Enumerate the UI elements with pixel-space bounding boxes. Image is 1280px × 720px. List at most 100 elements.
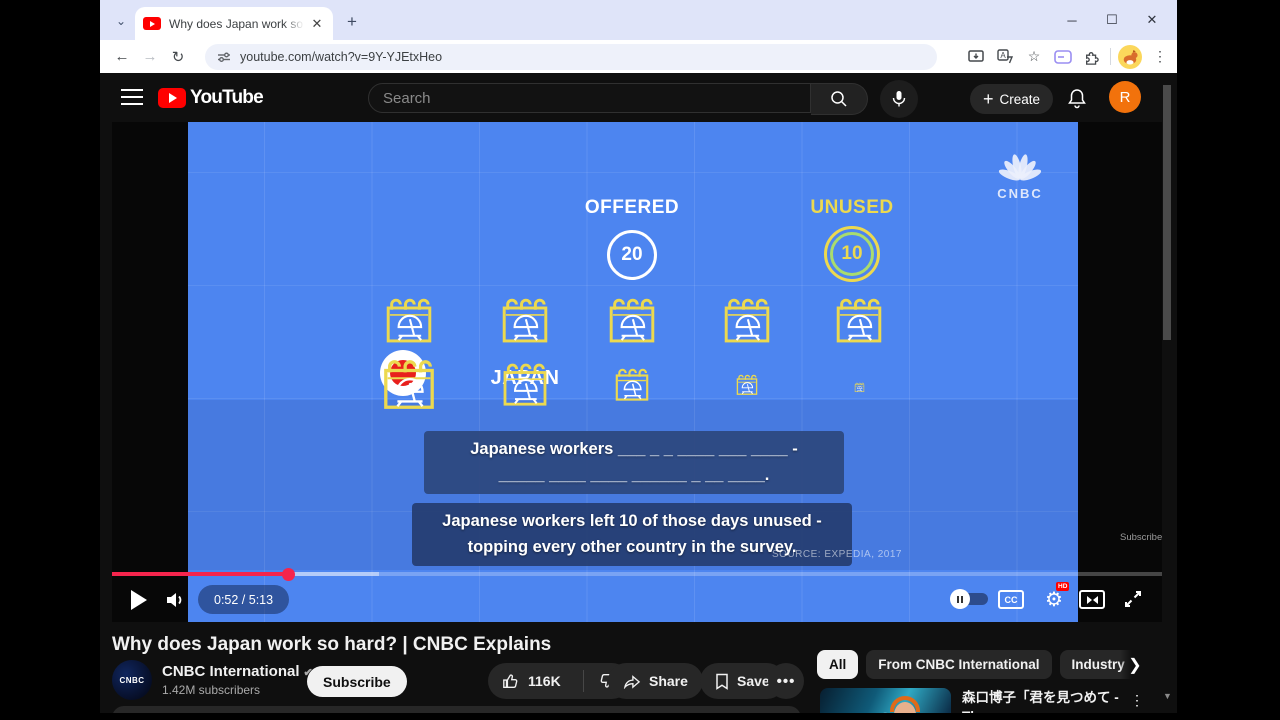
vacation-calendar-icon [854, 380, 865, 398]
close-button[interactable]: ✕ [1145, 12, 1159, 28]
vacation-calendar-icon [383, 295, 435, 352]
channel-name[interactable]: CNBC International✔ [162, 663, 313, 680]
chip-from-channel[interactable]: From CNBC International [866, 650, 1051, 679]
arrow-left-icon [1093, 596, 1098, 604]
url-text: youtube.com/watch?v=9Y-YJEtxHeo [240, 50, 442, 64]
share-button[interactable]: Share [608, 663, 703, 699]
forward-button[interactable]: → [136, 48, 164, 65]
reload-button[interactable]: ↻ [164, 48, 192, 66]
vacation-calendar-icon [735, 373, 759, 402]
create-label: Create [1000, 92, 1041, 107]
pill-divider [583, 670, 584, 692]
minimize-button[interactable]: ─ [1065, 13, 1079, 28]
video-frame[interactable]: JAPAN OFFERED 20 UNUSED 10 [188, 122, 1078, 622]
site-settings-icon[interactable] [217, 51, 231, 63]
window-controls: ─ ☐ ✕ [1065, 0, 1169, 40]
chrome-menu-icon[interactable]: ⋮ [1149, 46, 1171, 68]
related-video-menu-icon[interactable]: ⋮ [1130, 692, 1144, 709]
vacation-calendar-icon [833, 295, 885, 352]
search-input[interactable]: Search [368, 83, 811, 113]
source-attribution: SOURCE: EXPEDIA, 2017 [702, 549, 902, 560]
toolbar-divider [1110, 48, 1111, 65]
youtube-favicon [143, 17, 161, 30]
vacation-calendar-icon [500, 360, 550, 415]
browser-tab[interactable]: Why does Japan work so hard ✕ [135, 7, 333, 40]
autoplay-toggle[interactable] [950, 588, 992, 610]
maximize-button[interactable]: ☐ [1105, 12, 1119, 28]
thumbnail-light-beam [830, 712, 890, 713]
caption-ghost-line1: Japanese workers ___ _ _ ____ ___ ____ - [438, 437, 830, 463]
chip-all[interactable]: All [817, 650, 858, 679]
related-video-title[interactable]: 森口博子「君を見つめて -The time I'm seeing you- / … [962, 688, 1127, 713]
address-bar[interactable]: youtube.com/watch?v=9Y-YJEtxHeo [205, 44, 937, 70]
vacation-calendar-icon [380, 356, 438, 419]
like-button[interactable]: 116K [488, 663, 575, 699]
browser-window: ⌄ Why does Japan work so hard ✕ + ─ ☐ ✕ … [100, 0, 1177, 713]
create-button[interactable]: + Create [970, 84, 1053, 114]
bookmark-icon [715, 673, 729, 690]
fullscreen-icon [1119, 585, 1147, 613]
speaker-icon [165, 591, 185, 609]
filter-chips: All From CNBC International Industry Pre [817, 650, 1147, 679]
vacation-calendar-icon [721, 295, 773, 352]
youtube-wordmark: YouTube [190, 87, 263, 109]
browser-toolbar: ← → ↻ youtube.com/watch?v=9Y-YJEtxHeo A [100, 40, 1177, 73]
fullscreen-button[interactable] [1119, 585, 1147, 613]
hd-badge: HD [1056, 582, 1069, 591]
settings-button[interactable]: ⚙HD [1040, 585, 1068, 613]
thumbs-up-icon [502, 672, 520, 690]
time-display: 0:52 / 5:13 [198, 585, 289, 614]
page-scrollbar[interactable] [1162, 73, 1172, 713]
notifications-button[interactable] [1065, 87, 1089, 111]
related-video-thumbnail[interactable] [820, 688, 951, 713]
youtube-header: YouTube Search + Create R [100, 73, 1177, 122]
scrollbar-thumb[interactable] [1163, 85, 1171, 340]
channel-watermark-subscribe[interactable]: Subscribe [1120, 532, 1162, 543]
screen: ⌄ Why does Japan work so hard ✕ + ─ ☐ ✕ … [0, 0, 1280, 720]
save-label: Save [737, 673, 770, 689]
vacation-calendar-icon [613, 366, 651, 409]
subscribe-button[interactable]: Subscribe [307, 666, 407, 697]
profile-avatar[interactable] [1118, 45, 1142, 69]
plus-icon: + [983, 89, 994, 110]
extensions-puzzle-icon[interactable] [1081, 46, 1103, 68]
account-avatar[interactable]: R [1109, 81, 1141, 113]
youtube-play-icon [158, 88, 186, 108]
video-player[interactable]: JAPAN OFFERED 20 UNUSED 10 [112, 122, 1162, 622]
menu-icon[interactable] [121, 89, 143, 105]
player-controls: 0:52 / 5:13 CC ⚙HD [112, 578, 1162, 622]
scrollbar-down-arrow[interactable]: ▼ [1163, 691, 1172, 701]
new-tab-button[interactable]: + [340, 10, 364, 34]
back-button[interactable]: ← [108, 48, 136, 65]
channel-avatar[interactable]: CNBC [112, 660, 152, 700]
more-actions-button[interactable]: ••• [768, 663, 804, 699]
play-button[interactable] [124, 586, 154, 614]
youtube-logo[interactable]: YouTube [158, 87, 263, 109]
share-label: Share [649, 673, 688, 689]
description-box[interactable] [112, 706, 801, 713]
progress-played [112, 572, 288, 576]
video-title: Why does Japan work so hard? | CNBC Expl… [112, 634, 812, 656]
subtitles-button[interactable]: CC [998, 590, 1024, 609]
miniplayer-button[interactable] [1079, 590, 1105, 609]
progress-bar[interactable] [112, 572, 1162, 576]
translate-icon[interactable]: A [994, 46, 1016, 68]
wallet-icon[interactable] [1052, 46, 1074, 68]
tab-close-icon[interactable]: ✕ [309, 16, 325, 32]
chips-next-chevron-icon[interactable]: ❯ [1120, 650, 1150, 679]
search-placeholder: Search [383, 90, 431, 107]
caption-ghost-box: Japanese workers ___ _ _ ____ ___ ____ -… [424, 431, 844, 494]
install-app-icon[interactable] [965, 46, 987, 68]
tab-search-button[interactable]: ⌄ [108, 9, 134, 33]
voice-search-button[interactable] [880, 80, 918, 118]
arrow-right-icon [1087, 596, 1092, 604]
vacation-calendar-icon [499, 295, 551, 352]
bookmark-star-icon[interactable]: ☆ [1023, 46, 1045, 68]
microphone-icon [891, 90, 907, 108]
volume-button[interactable] [160, 586, 190, 614]
vacation-calendar-icon [606, 295, 658, 352]
autoplay-knob-pause-icon [950, 589, 970, 609]
like-count: 116K [528, 673, 561, 689]
browser-titlebar: ⌄ Why does Japan work so hard ✕ + ─ ☐ ✕ [100, 0, 1177, 40]
search-button[interactable] [811, 83, 868, 115]
